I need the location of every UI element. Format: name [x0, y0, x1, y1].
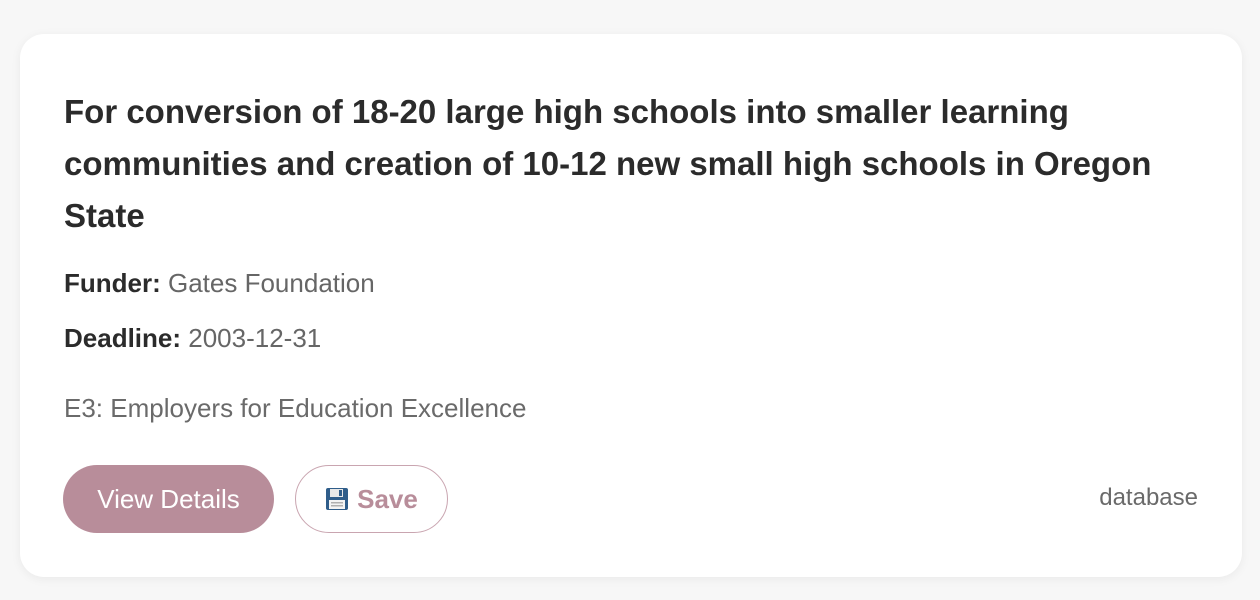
- floppy-disk-icon: [325, 487, 349, 511]
- funder-label: Funder:: [64, 268, 161, 298]
- grant-title: For conversion of 18-20 large high schoo…: [64, 93, 1152, 234]
- grant-card: For conversion of 18-20 large high schoo…: [20, 34, 1242, 577]
- funder-value: Gates Foundation: [168, 268, 375, 298]
- save-label: Save: [357, 483, 418, 514]
- source-tag: database: [1099, 484, 1198, 511]
- save-button[interactable]: Save: [295, 465, 448, 533]
- funder-row: Funder: Gates Foundation: [64, 268, 375, 299]
- view-details-button[interactable]: View Details: [63, 465, 274, 533]
- deadline-row: Deadline: 2003-12-31: [64, 323, 321, 354]
- deadline-label: Deadline:: [64, 323, 182, 353]
- deadline-value: 2003-12-31: [188, 323, 322, 353]
- organization-name: E3: Employers for Education Excellence: [64, 393, 527, 423]
